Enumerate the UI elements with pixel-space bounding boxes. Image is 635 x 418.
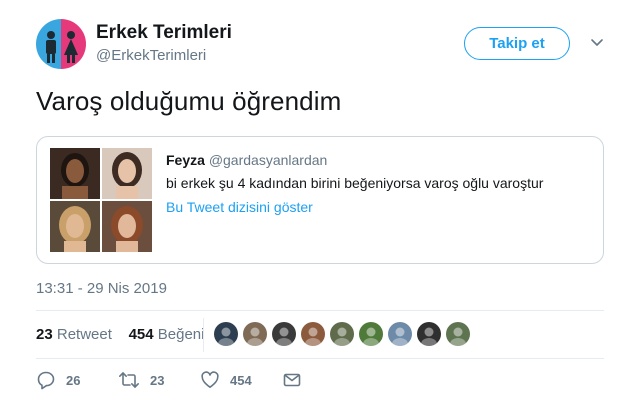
- woman-portrait-photo-icon: [50, 148, 100, 199]
- reply-icon: [37, 371, 55, 390]
- quoted-photo-1[interactable]: [50, 148, 100, 199]
- liker-avatar[interactable]: [358, 321, 384, 347]
- heart-icon: [201, 371, 219, 388]
- quoted-tweet-card[interactable]: Feyza @gardasyanlardan bi erkek şu 4 kad…: [36, 136, 604, 264]
- stats-divider: [203, 318, 204, 352]
- like-stat-count: 454: [128, 326, 154, 343]
- envelope-icon: [283, 373, 301, 387]
- retweet-icon: [118, 372, 140, 388]
- liker-avatar[interactable]: [213, 321, 239, 347]
- user-avatar-icon: [446, 322, 470, 346]
- woman-portrait-photo-icon: [50, 201, 100, 252]
- retweet-stat[interactable]: 23 Retweet: [36, 326, 112, 343]
- retweet-button[interactable]: 23: [118, 370, 164, 390]
- show-thread-link[interactable]: Bu Tweet dizisini göster: [166, 199, 313, 215]
- user-avatar-icon: [417, 322, 441, 346]
- user-avatar-icon: [243, 322, 267, 346]
- woman-portrait-photo-icon: [102, 148, 152, 199]
- like-button[interactable]: 454: [200, 370, 252, 390]
- chevron-down-icon[interactable]: [590, 38, 604, 48]
- liker-avatar[interactable]: [271, 321, 297, 347]
- retweet-stat-count: 23: [36, 326, 53, 343]
- author-logo-icon: [36, 19, 86, 69]
- user-avatar-icon: [301, 322, 325, 346]
- like-stat-label: Beğeni: [157, 326, 205, 343]
- quoted-photo-2[interactable]: [102, 148, 152, 199]
- author-name[interactable]: Erkek Terimleri: [96, 22, 232, 44]
- user-avatar-icon: [359, 322, 383, 346]
- liker-avatar[interactable]: [387, 321, 413, 347]
- liker-avatar[interactable]: [329, 321, 355, 347]
- author-avatar[interactable]: [36, 19, 86, 69]
- quoted-author-handle: @gardasyanlardan: [208, 152, 328, 168]
- tweet-timestamp[interactable]: 13:31 - 29 Nis 2019: [36, 280, 167, 297]
- retweet-count: 23: [150, 372, 165, 388]
- tweet-text: Varoş olduğumu öğrendim: [36, 86, 342, 116]
- tweet-stats: 23 Retweet 454 Beğeni: [36, 326, 204, 343]
- author-handle[interactable]: @ErkekTerimleri: [96, 47, 206, 64]
- reply-button[interactable]: 26: [36, 370, 80, 390]
- divider: [36, 358, 604, 359]
- like-stat[interactable]: 454 Beğeni: [129, 326, 205, 343]
- quoted-author[interactable]: Feyza @gardasyanlardan: [166, 152, 327, 168]
- liker-avatar[interactable]: [242, 321, 268, 347]
- liker-avatar[interactable]: [300, 321, 326, 347]
- follow-button-label: Takip et: [489, 35, 545, 52]
- user-avatar-icon: [330, 322, 354, 346]
- quoted-photo-grid[interactable]: [50, 148, 152, 252]
- user-avatar-icon: [214, 322, 238, 346]
- user-avatar-icon: [272, 322, 296, 346]
- quoted-photo-4[interactable]: [102, 201, 152, 252]
- retweet-stat-label: Retweet: [56, 326, 112, 343]
- direct-message-button[interactable]: [282, 370, 302, 390]
- liker-avatar[interactable]: [445, 321, 471, 347]
- user-avatar-icon: [388, 322, 412, 346]
- like-count: 454: [230, 372, 252, 388]
- follow-button[interactable]: Takip et: [464, 27, 570, 60]
- quoted-tweet-text: bi erkek şu 4 kadından birini beğeniyors…: [166, 175, 544, 191]
- divider: [36, 310, 604, 311]
- liker-avatar[interactable]: [416, 321, 442, 347]
- woman-portrait-photo-icon: [102, 201, 152, 252]
- quoted-photo-3[interactable]: [50, 201, 100, 252]
- quoted-author-name: Feyza: [166, 152, 205, 168]
- reply-count: 26: [66, 372, 81, 388]
